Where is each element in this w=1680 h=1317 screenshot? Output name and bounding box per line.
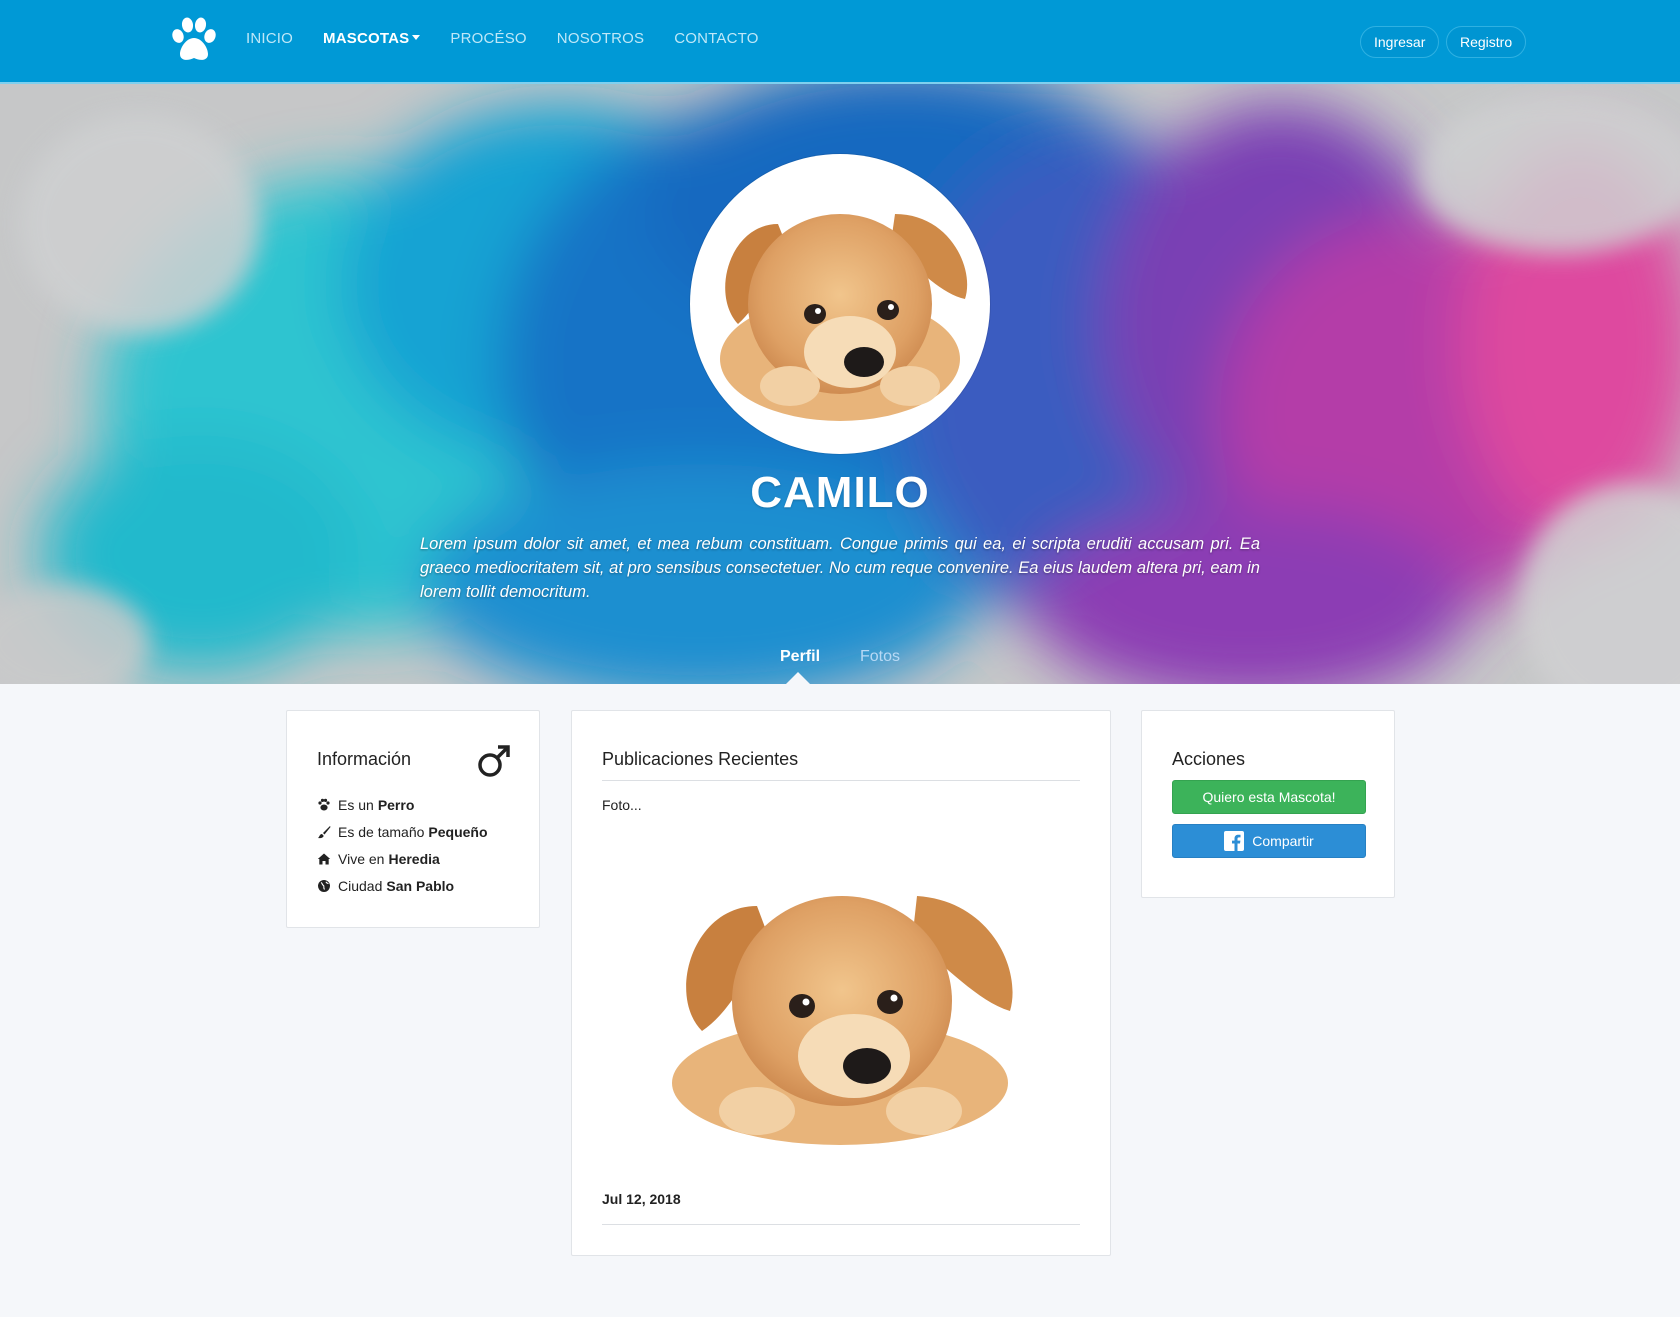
info-value: Pequeño [428,823,488,840]
tab-fotos[interactable]: Fotos [860,648,900,666]
register-button[interactable]: Registro [1446,26,1527,58]
info-list: Es un Perro Es de tamaño Pequeño Vive en… [317,791,488,899]
puppy-photo [702,166,978,442]
info-value: San Pablo [386,877,455,894]
facebook-icon [1224,831,1245,851]
info-label: Es un [338,796,374,813]
post-date: Jul 12, 2018 [602,1191,681,1207]
nav-link-mascotas[interactable]: MASCOTAS [323,30,421,47]
info-item-species: Es un Perro [317,791,488,818]
male-symbol-icon [478,745,510,777]
info-value: Perro [377,796,415,813]
nav-link-contacto[interactable]: CONTACTO [674,30,758,47]
recent-posts-card: Publicaciones Recientes Foto... Jul 12, … [571,710,1111,1256]
caret-down-icon [412,35,421,40]
info-card-title: Información [317,749,412,769]
actions-card-title: Acciones [1172,749,1246,769]
actions-card: Acciones Quiero esta Mascota! Compartir [1141,710,1395,898]
info-item-lives: Vive en Heredia [317,845,488,872]
post-photo[interactable] [662,861,1022,1161]
posts-title-divider [602,780,1080,781]
share-button-label: Compartir [1252,833,1314,849]
info-label: Ciudad [338,877,383,894]
globe-icon [318,879,330,892]
pet-name: CAMILO [750,468,930,517]
post-bottom-divider [602,1224,1080,1225]
share-button[interactable]: Compartir [1172,824,1366,858]
nav-link-inicio[interactable]: INICIO [246,30,293,47]
pet-avatar [690,154,990,454]
info-label: Vive en [338,850,385,867]
login-button[interactable]: Ingresar [1360,26,1440,58]
profile-tabs: Perfil Fotos [0,648,1680,684]
info-card: Información Es un Perro Es de tamaño Peq… [286,710,540,928]
adopt-button[interactable]: Quiero esta Mascota! [1172,780,1366,814]
home-icon [317,853,331,864]
nav-link-proceso[interactable]: PROCÉSO [450,30,526,47]
pet-description: Lorem ipsum dolor sit amet, et mea rebum… [420,535,1260,601]
nav-links: INICIO MASCOTAS PROCÉSO NOSOTROS CONTACT… [246,30,789,47]
paw-icon [318,798,330,810]
brush-icon [318,825,331,838]
active-tab-pointer [786,672,810,684]
top-navbar: INICIO MASCOTAS PROCÉSO NOSOTROS CONTACT… [0,0,1680,84]
paw-logo-icon[interactable] [168,16,220,64]
nav-link-nosotros[interactable]: NOSOTROS [557,30,644,47]
profile-hero: CAMILO Lorem ipsum dolor sit amet, et me… [0,84,1680,684]
info-value: Heredia [388,850,440,867]
info-item-city: Ciudad San Pablo [317,872,488,899]
post-caption: Foto... [602,797,642,813]
tab-perfil[interactable]: Perfil [780,648,820,666]
info-label: Es de tamaño [338,823,425,840]
posts-card-title: Publicaciones Recientes [602,749,799,769]
info-item-size: Es de tamaño Pequeño [317,818,488,845]
nav-link-mascotas-label: MASCOTAS [323,30,410,47]
